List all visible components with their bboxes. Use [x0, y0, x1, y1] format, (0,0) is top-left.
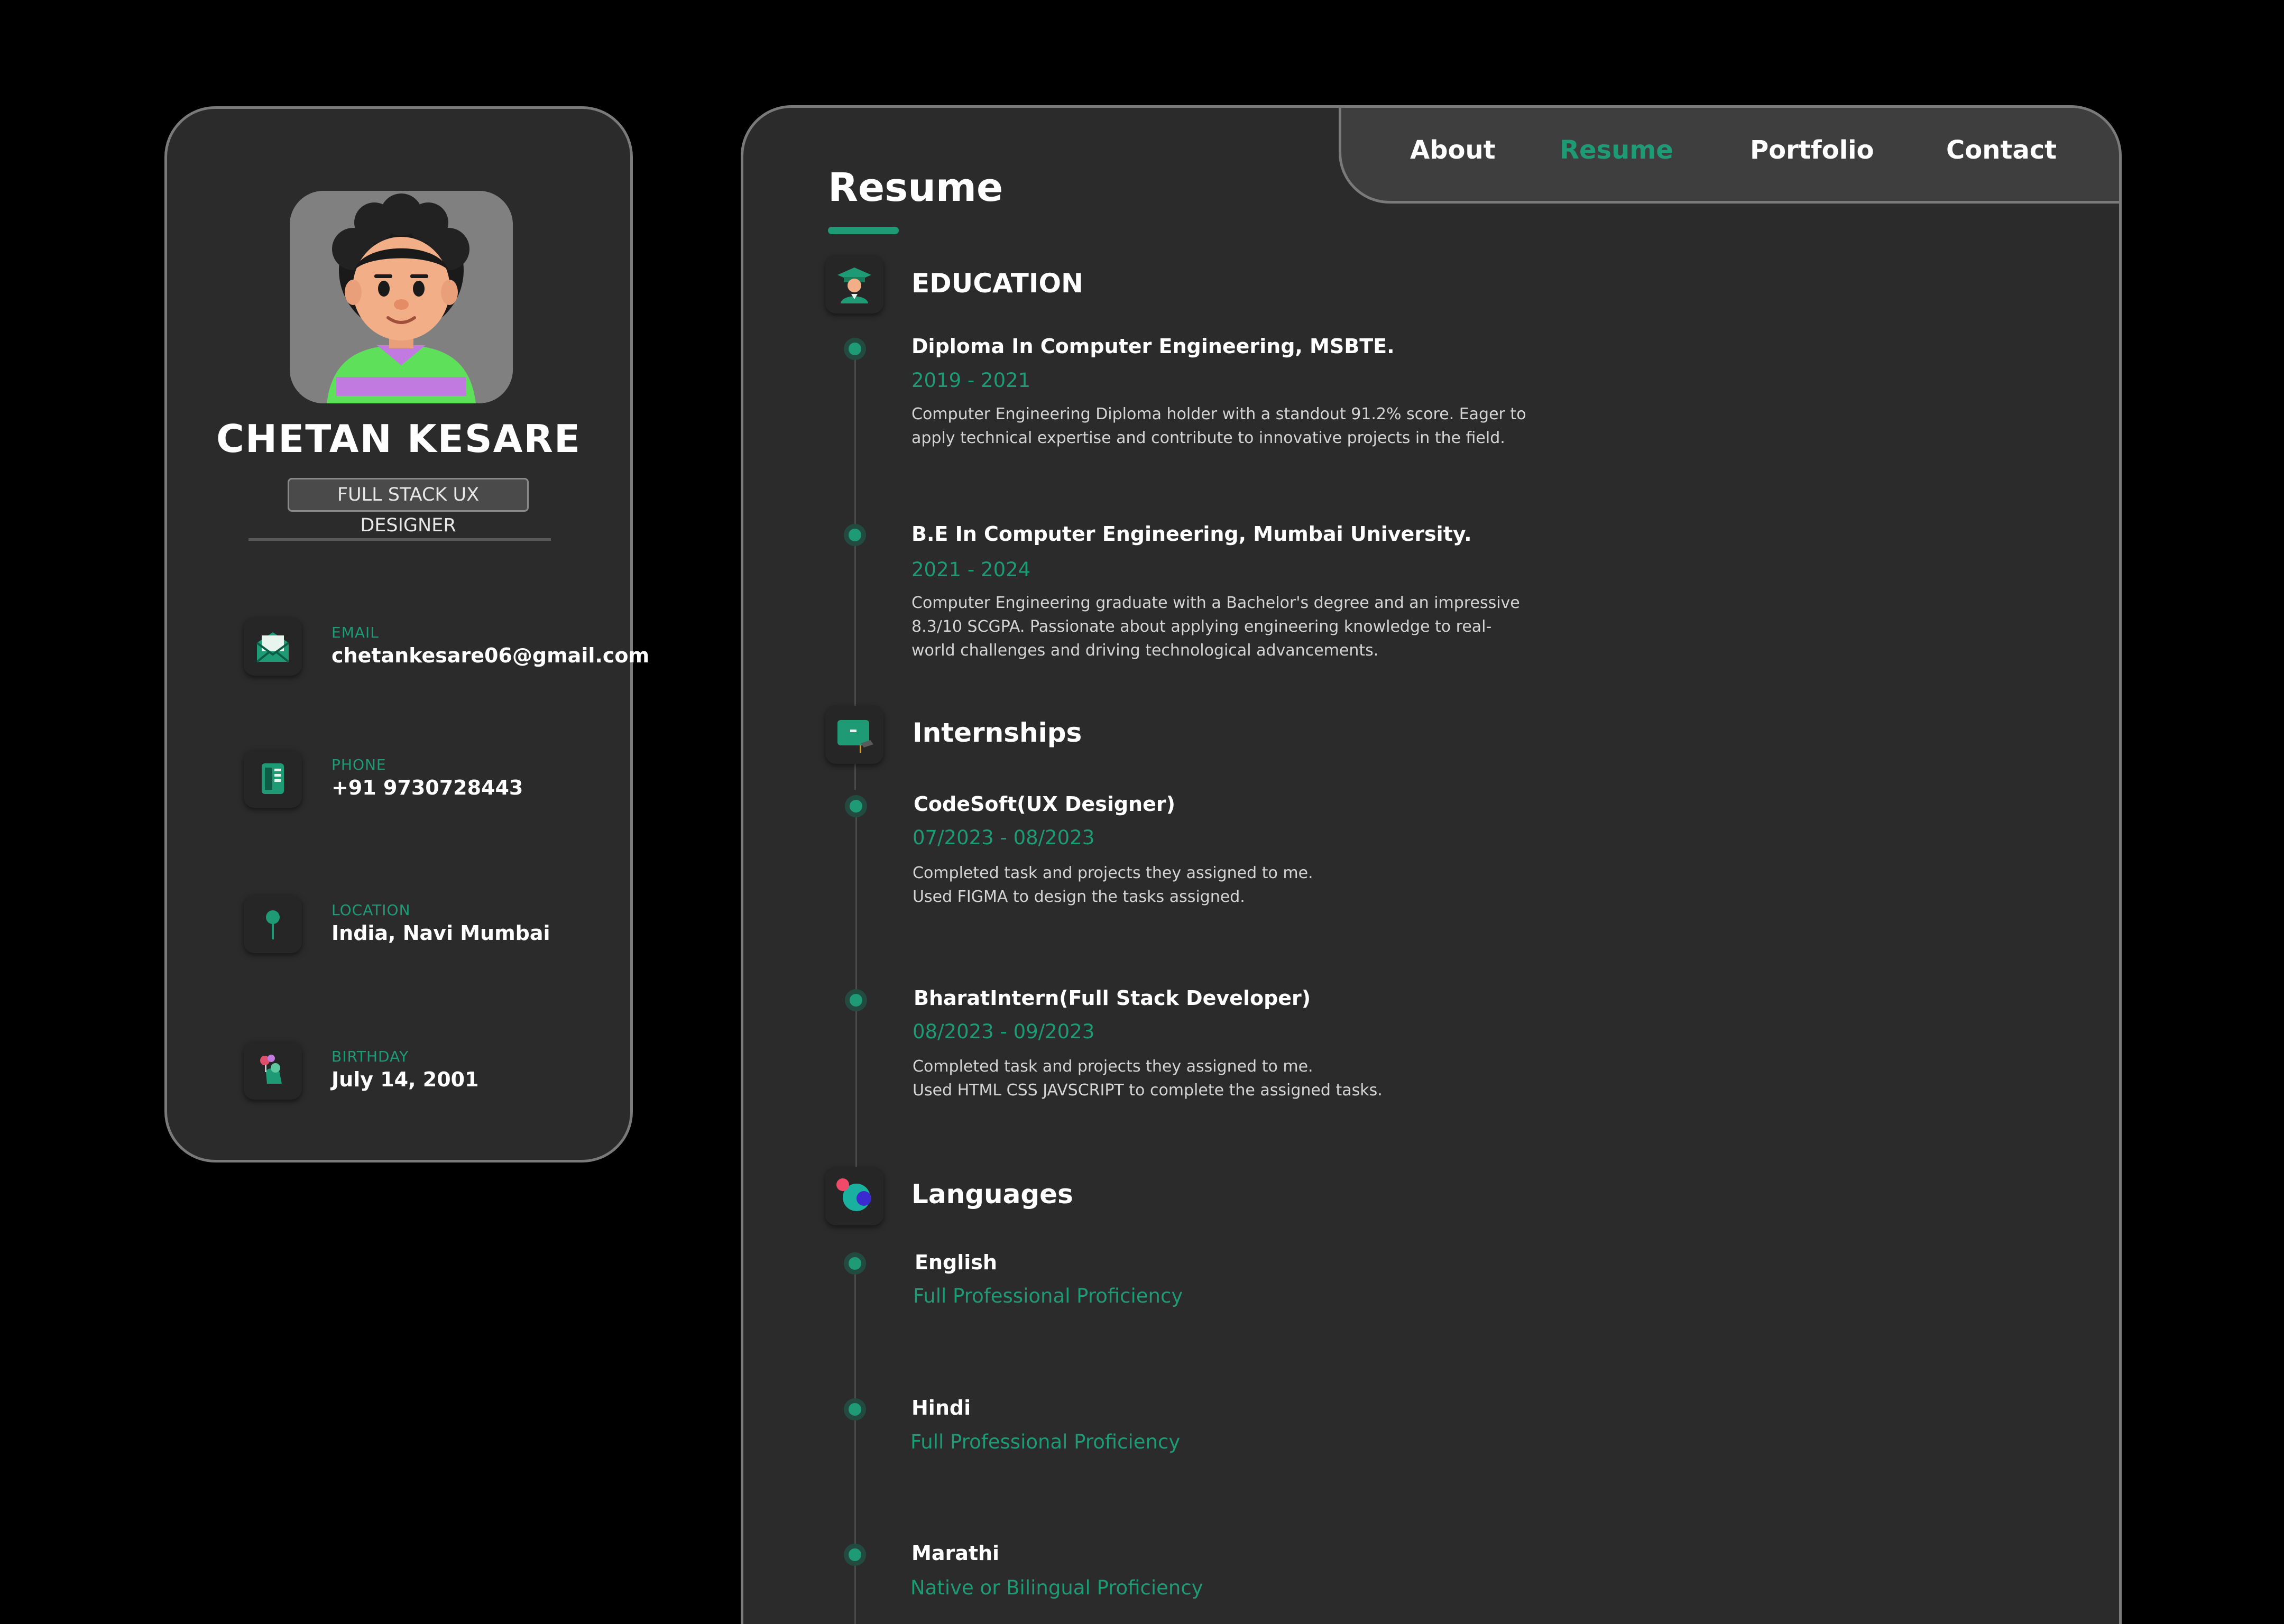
education-dot [844, 338, 866, 360]
desc-line: 8.3/10 SCGPA. Passionate about applying … [911, 617, 1492, 636]
profile-sidebar: CHETAN KESARE FULL STACK UX DESIGNER EMA… [164, 106, 649, 1162]
desc-line: Computer Engineering graduate with a Bac… [911, 594, 1520, 612]
languages-timeline [854, 1255, 856, 1624]
nav-about[interactable]: About [1410, 135, 1496, 165]
education-item-desc: Computer Engineering graduate with a Bac… [911, 591, 1535, 662]
language-level: Full Professional Proficiency [910, 1431, 1181, 1453]
location-value: India, Navi Mumbai [331, 921, 550, 945]
language-level: Full Professional Proficiency [913, 1285, 1183, 1307]
desc-line: world challenges and driving technologic… [911, 641, 1379, 660]
internship-item-date: 07/2023 - 08/2023 [913, 826, 1095, 849]
internship-item-desc: Completed task and projects they assigne… [913, 861, 1536, 909]
contact-email: EMAIL chetankesare06@gmail.com [244, 617, 649, 686]
title-underline [828, 227, 899, 234]
nav-portfolio[interactable]: Portfolio [1750, 135, 1874, 165]
language-name: Marathi [911, 1542, 1000, 1565]
phone-label: PHONE [331, 756, 386, 773]
email-label: EMAIL [331, 624, 379, 641]
sidebar-divider [248, 538, 551, 541]
briefcase-icon [825, 706, 883, 764]
nav-resume[interactable]: Resume [1560, 135, 1673, 165]
languages-icon [825, 1167, 883, 1225]
internship-item-date: 08/2023 - 09/2023 [913, 1020, 1095, 1043]
birthday-label: BIRTHDAY [331, 1048, 409, 1065]
education-item-date: 2021 - 2024 [911, 558, 1031, 581]
language-name: Hindi [911, 1396, 971, 1419]
internship-item-desc: Completed task and projects they assigne… [913, 1055, 1536, 1102]
language-dot [844, 1252, 866, 1275]
languages-heading: Languages [911, 1179, 1073, 1210]
contact-location: LOCATION India, Navi Mumbai [244, 895, 624, 964]
birthday-icon [244, 1041, 302, 1100]
desc-line: Completed task and projects they assigne… [913, 1057, 1313, 1076]
contact-phone: PHONE +91 9730728443 [244, 750, 624, 818]
desc-line: Used FIGMA to design the tasks assigned. [913, 888, 1245, 906]
page-title: Resume [828, 165, 1003, 210]
education-item-desc: Computer Engineering Diploma holder with… [911, 402, 1535, 450]
education-item-title: Diploma In Computer Engineering, MSBTE. [911, 335, 1395, 358]
language-dot [844, 1544, 866, 1566]
top-navbar: About Resume Portfolio Contact [1339, 108, 2119, 204]
profile-title-badge: FULL STACK UX DESIGNER [288, 478, 529, 536]
language-name: English [915, 1251, 997, 1274]
education-item-title: B.E In Computer Engineering, Mumbai Univ… [911, 522, 1472, 546]
desc-line: apply technical expertise and contribute… [911, 429, 1505, 447]
graduate-icon [825, 255, 883, 313]
avatar-illustration [290, 191, 513, 403]
email-value[interactable]: chetankesare06@gmail.com [331, 644, 649, 667]
contact-birthday: BIRTHDAY July 14, 2001 [244, 1041, 624, 1110]
mail-icon [244, 617, 302, 676]
avatar [290, 191, 513, 403]
internship-dot [845, 989, 867, 1011]
phone-value[interactable]: +91 9730728443 [331, 776, 523, 799]
education-item-date: 2019 - 2021 [911, 369, 1031, 392]
location-pin-icon [244, 895, 302, 953]
birthday-value: July 14, 2001 [331, 1068, 479, 1091]
internships-heading: Internships [913, 717, 1082, 748]
internship-item-title: BharatIntern(Full Stack Developer) [914, 986, 1311, 1010]
location-label: LOCATION [331, 901, 411, 919]
resume-panel: About Resume Portfolio Contact Resume ED… [741, 105, 2122, 1624]
desc-line: Completed task and projects they assigne… [913, 864, 1313, 882]
internship-dot [845, 795, 867, 817]
phone-icon [244, 750, 302, 808]
education-dot [844, 524, 866, 546]
language-level: Native or Bilingual Proficiency [910, 1576, 1203, 1599]
language-dot [844, 1398, 866, 1420]
profile-name: CHETAN KESARE [216, 417, 582, 461]
desc-line: Used HTML CSS JAVSCRIPT to complete the … [913, 1081, 1383, 1100]
desc-line: Computer Engineering Diploma holder with… [911, 405, 1526, 423]
nav-contact[interactable]: Contact [1946, 135, 2057, 165]
internship-item-title: CodeSoft(UX Designer) [914, 792, 1175, 816]
education-heading: EDUCATION [911, 268, 1083, 299]
